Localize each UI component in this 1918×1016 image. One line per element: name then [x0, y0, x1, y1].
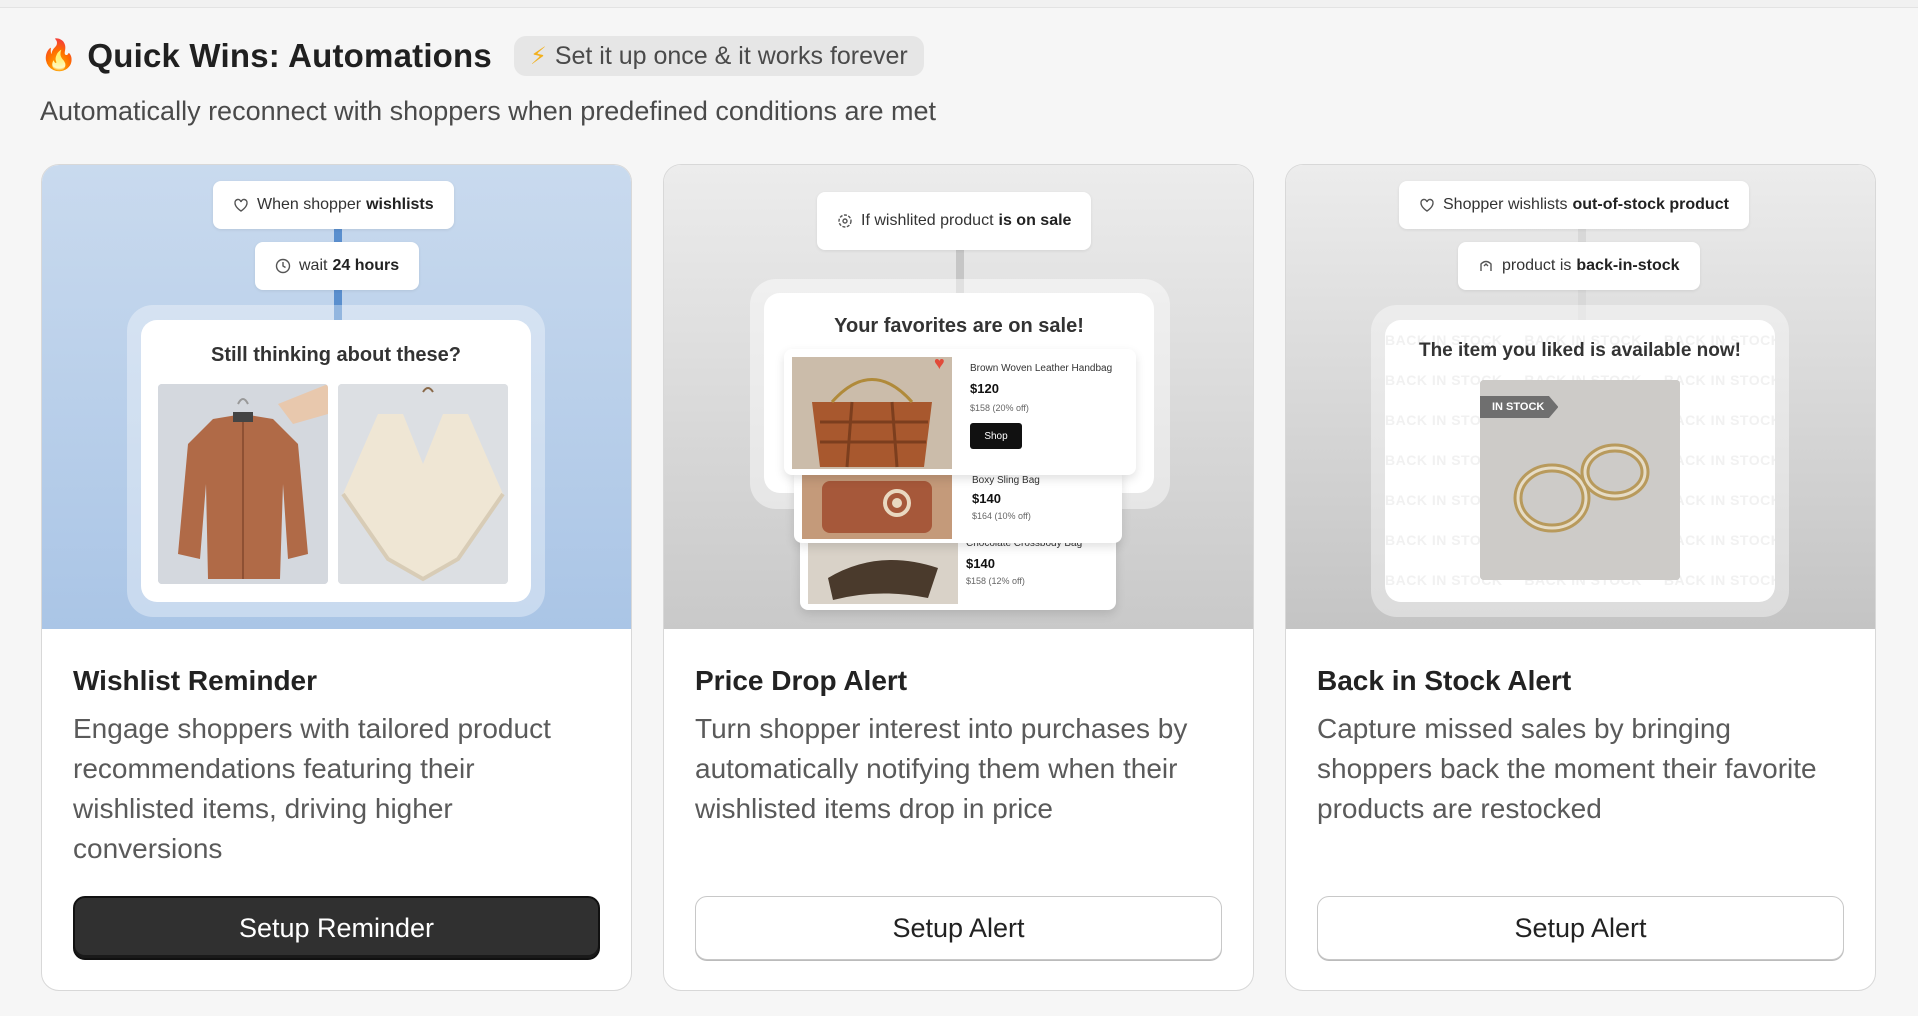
section-header: 🔥 Quick Wins: Automations ⚡ Set it up on… [40, 36, 924, 76]
price-drop-illustration: If wishlited product is on sale Your favo… [664, 165, 1253, 629]
card-price-drop-alert: If wishlited product is on sale Your favo… [663, 164, 1254, 991]
card-back-in-stock-alert: Shopper wishlists out-of-stock product pr… [1285, 164, 1876, 991]
product-card-2: Boxy Sling Bag $140 $164 (10% off) [794, 469, 1122, 543]
setup-reminder-button[interactable]: Setup Reminder [73, 896, 600, 960]
restock-chip: product is back-in-stock [1458, 242, 1700, 290]
sling-bag-image [802, 473, 952, 539]
email-preview-title: The item you liked is available now! [1418, 340, 1742, 361]
section-subtitle: Automatically reconnect with shoppers wh… [40, 96, 936, 126]
email-preview-frame: Still thinking about these? [127, 305, 545, 617]
product-card-3: Chocolate Crossbody Bag $140 $158 (12% o… [800, 532, 1116, 610]
gear-badge-icon [838, 214, 852, 228]
top-divider [0, 0, 1918, 8]
heart-icon [234, 198, 248, 212]
email-preview: Still thinking about these? [141, 320, 531, 602]
woven-handbag-image [792, 357, 952, 469]
trigger-chip: When shopper wishlists [213, 181, 454, 229]
card-title: Wishlist Reminder [73, 665, 318, 696]
email-preview-frame: BACK IN STOCK BACK IN STOCK BACK IN STOC… [1371, 305, 1789, 617]
card-description: Engage shoppers with tailored product re… [73, 713, 551, 864]
back-in-stock-illustration: Shopper wishlists out-of-stock product pr… [1286, 165, 1875, 629]
card-description: Turn shopper interest into purchases by … [695, 713, 1188, 824]
setup-alert-button[interactable]: Setup Alert [695, 896, 1222, 960]
wishlist-reminder-illustration: When shopper wishlists wait 24 hours Still… [42, 165, 631, 629]
earrings-image: IN STOCK [1480, 380, 1680, 580]
lightning-icon: ⚡ [529, 42, 547, 70]
card-wishlist-reminder: When shopper wishlists wait 24 hours Still… [41, 164, 632, 991]
arrow-up-icon [1480, 260, 1492, 271]
in-stock-badge: IN STOCK [1480, 396, 1559, 418]
wait-chip: wait 24 hours [255, 242, 420, 290]
product-card-1: ♥ Brown Woven Leather Handbag $120 $158 … [784, 349, 1136, 475]
clock-icon [275, 258, 291, 274]
trigger-chip: If wishlited product is on sale [817, 192, 1092, 250]
sweater-image [338, 384, 508, 584]
card-title: Price Drop Alert [695, 665, 908, 696]
section-title: Quick Wins: Automations [87, 37, 492, 74]
jacket-image [158, 384, 328, 584]
email-preview-title: Still thinking about these? [211, 344, 461, 366]
shop-button: Shop [970, 423, 1022, 449]
card-title: Back in Stock Alert [1317, 665, 1572, 696]
tagline-text: Set it up once & it works forever [554, 41, 908, 70]
trigger-chip: Shopper wishlists out-of-stock product [1399, 181, 1749, 229]
card-description: Capture missed sales by bringing shopper… [1317, 713, 1817, 824]
fire-icon: 🔥 [40, 39, 78, 72]
email-preview-title: Your favorites are on sale! [834, 315, 1084, 337]
tagline-pill: ⚡ Set it up once & it works forever [513, 36, 924, 76]
heart-icon [1420, 198, 1434, 212]
email-preview: BACK IN STOCK BACK IN STOCK BACK IN STOC… [1385, 320, 1775, 602]
setup-alert-button[interactable]: Setup Alert [1317, 896, 1844, 960]
crossbody-bag-image [808, 538, 958, 604]
heart-icon: ♥ [934, 353, 945, 373]
